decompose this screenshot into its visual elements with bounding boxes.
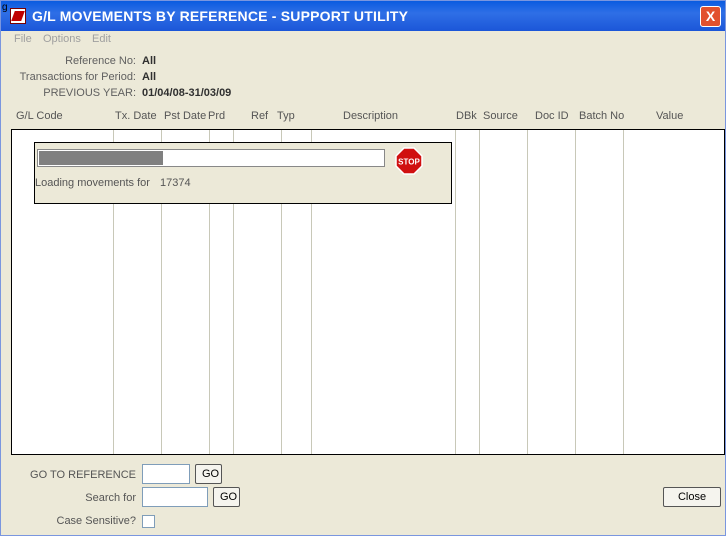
progress-fill xyxy=(39,151,163,165)
col-prd[interactable]: Prd xyxy=(208,110,225,122)
stop-label: STOP xyxy=(398,158,420,167)
stop-sign-icon[interactable]: STOP xyxy=(395,147,423,175)
grid-divider xyxy=(527,130,528,454)
search-input[interactable] xyxy=(142,487,208,507)
col-value[interactable]: Value xyxy=(656,110,683,122)
progress-bar xyxy=(37,149,385,167)
corner-mark: g xyxy=(2,2,8,13)
reference-label: Reference No: xyxy=(65,55,136,67)
col-source[interactable]: Source xyxy=(483,110,518,122)
transactions-label: Transactions for Period: xyxy=(19,71,136,83)
col-description[interactable]: Description xyxy=(343,110,398,122)
search-label: Search for xyxy=(85,492,136,504)
loading-count: 17374 xyxy=(160,177,191,189)
menu-bar: File Options Edit xyxy=(1,32,725,48)
case-sensitive-checkbox[interactable] xyxy=(142,515,155,528)
col-batch-no[interactable]: Batch No xyxy=(579,110,624,122)
close-button[interactable]: Close xyxy=(663,487,721,507)
loading-text: Loading movements for xyxy=(35,177,150,189)
previous-year-value: 01/04/08-31/03/09 xyxy=(142,87,232,99)
main-window: G/L MOVEMENTS BY REFERENCE - SUPPORT UTI… xyxy=(0,0,726,536)
col-gl-code[interactable]: G/L Code xyxy=(16,110,63,122)
col-pst-date[interactable]: Pst Date xyxy=(164,110,206,122)
grid-divider xyxy=(455,130,456,454)
window-title: G/L MOVEMENTS BY REFERENCE - SUPPORT UTI… xyxy=(32,8,409,24)
menu-file[interactable]: File xyxy=(14,33,32,45)
previous-year-label: PREVIOUS YEAR: xyxy=(43,87,136,99)
search-go-button[interactable]: GO xyxy=(213,487,240,507)
col-typ[interactable]: Typ xyxy=(277,110,295,122)
goto-reference-input[interactable] xyxy=(142,464,190,484)
close-window-button[interactable]: X xyxy=(700,6,721,27)
col-dbk[interactable]: DBk xyxy=(456,110,477,122)
col-doc-id[interactable]: Doc ID xyxy=(535,110,569,122)
reference-value: All xyxy=(142,55,157,67)
menu-options[interactable]: Options xyxy=(43,33,81,45)
col-tx-date[interactable]: Tx. Date xyxy=(115,110,157,122)
goto-reference-button[interactable]: GO xyxy=(195,464,222,484)
goto-reference-label: GO TO REFERENCE xyxy=(30,469,136,481)
case-sensitive-label: Case Sensitive? xyxy=(56,515,137,527)
menu-edit[interactable]: Edit xyxy=(92,33,111,45)
app-logo-icon xyxy=(10,8,26,24)
title-bar[interactable]: G/L MOVEMENTS BY REFERENCE - SUPPORT UTI… xyxy=(1,1,725,31)
grid-divider xyxy=(575,130,576,454)
col-ref[interactable]: Ref xyxy=(251,110,268,122)
grid-divider xyxy=(479,130,480,454)
loading-panel: STOP Loading movements for 17374 xyxy=(34,142,452,204)
grid-divider xyxy=(623,130,624,454)
transactions-value: All xyxy=(142,71,157,83)
